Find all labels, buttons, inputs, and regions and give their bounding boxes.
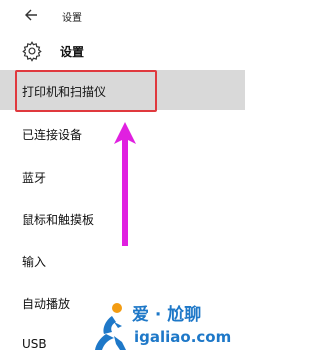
nav-item-printers-scanners[interactable]: 打印机和扫描仪: [0, 70, 245, 112]
page-title: 设置: [60, 45, 85, 59]
back-arrow-icon: [25, 9, 37, 21]
nav-item-label: 打印机和扫描仪: [22, 85, 107, 99]
annotation-arrow-icon: [112, 120, 138, 248]
runner-logo-icon: [92, 298, 132, 356]
nav-item-label: USB: [22, 337, 47, 351]
settings-header: 设置: [0, 36, 245, 66]
nav-item-label: 鼠标和触摸板: [22, 213, 95, 227]
nav-item-label: 自动播放: [22, 297, 71, 311]
watermark-brand: 爱 · 尬聊: [132, 305, 202, 325]
back-button[interactable]: [20, 4, 42, 26]
title-bar: 设置: [0, 0, 245, 32]
nav-item-label: 蓝牙: [22, 171, 47, 185]
nav-item-label: 已连接设备: [22, 128, 83, 142]
watermark-url: igaliao.com: [134, 328, 232, 346]
nav-item-label: 输入: [22, 255, 47, 269]
gear-icon: [21, 40, 43, 62]
watermark: 爱 · 尬聊 igaliao.com: [92, 298, 242, 356]
window-title: 设置: [62, 13, 82, 24]
